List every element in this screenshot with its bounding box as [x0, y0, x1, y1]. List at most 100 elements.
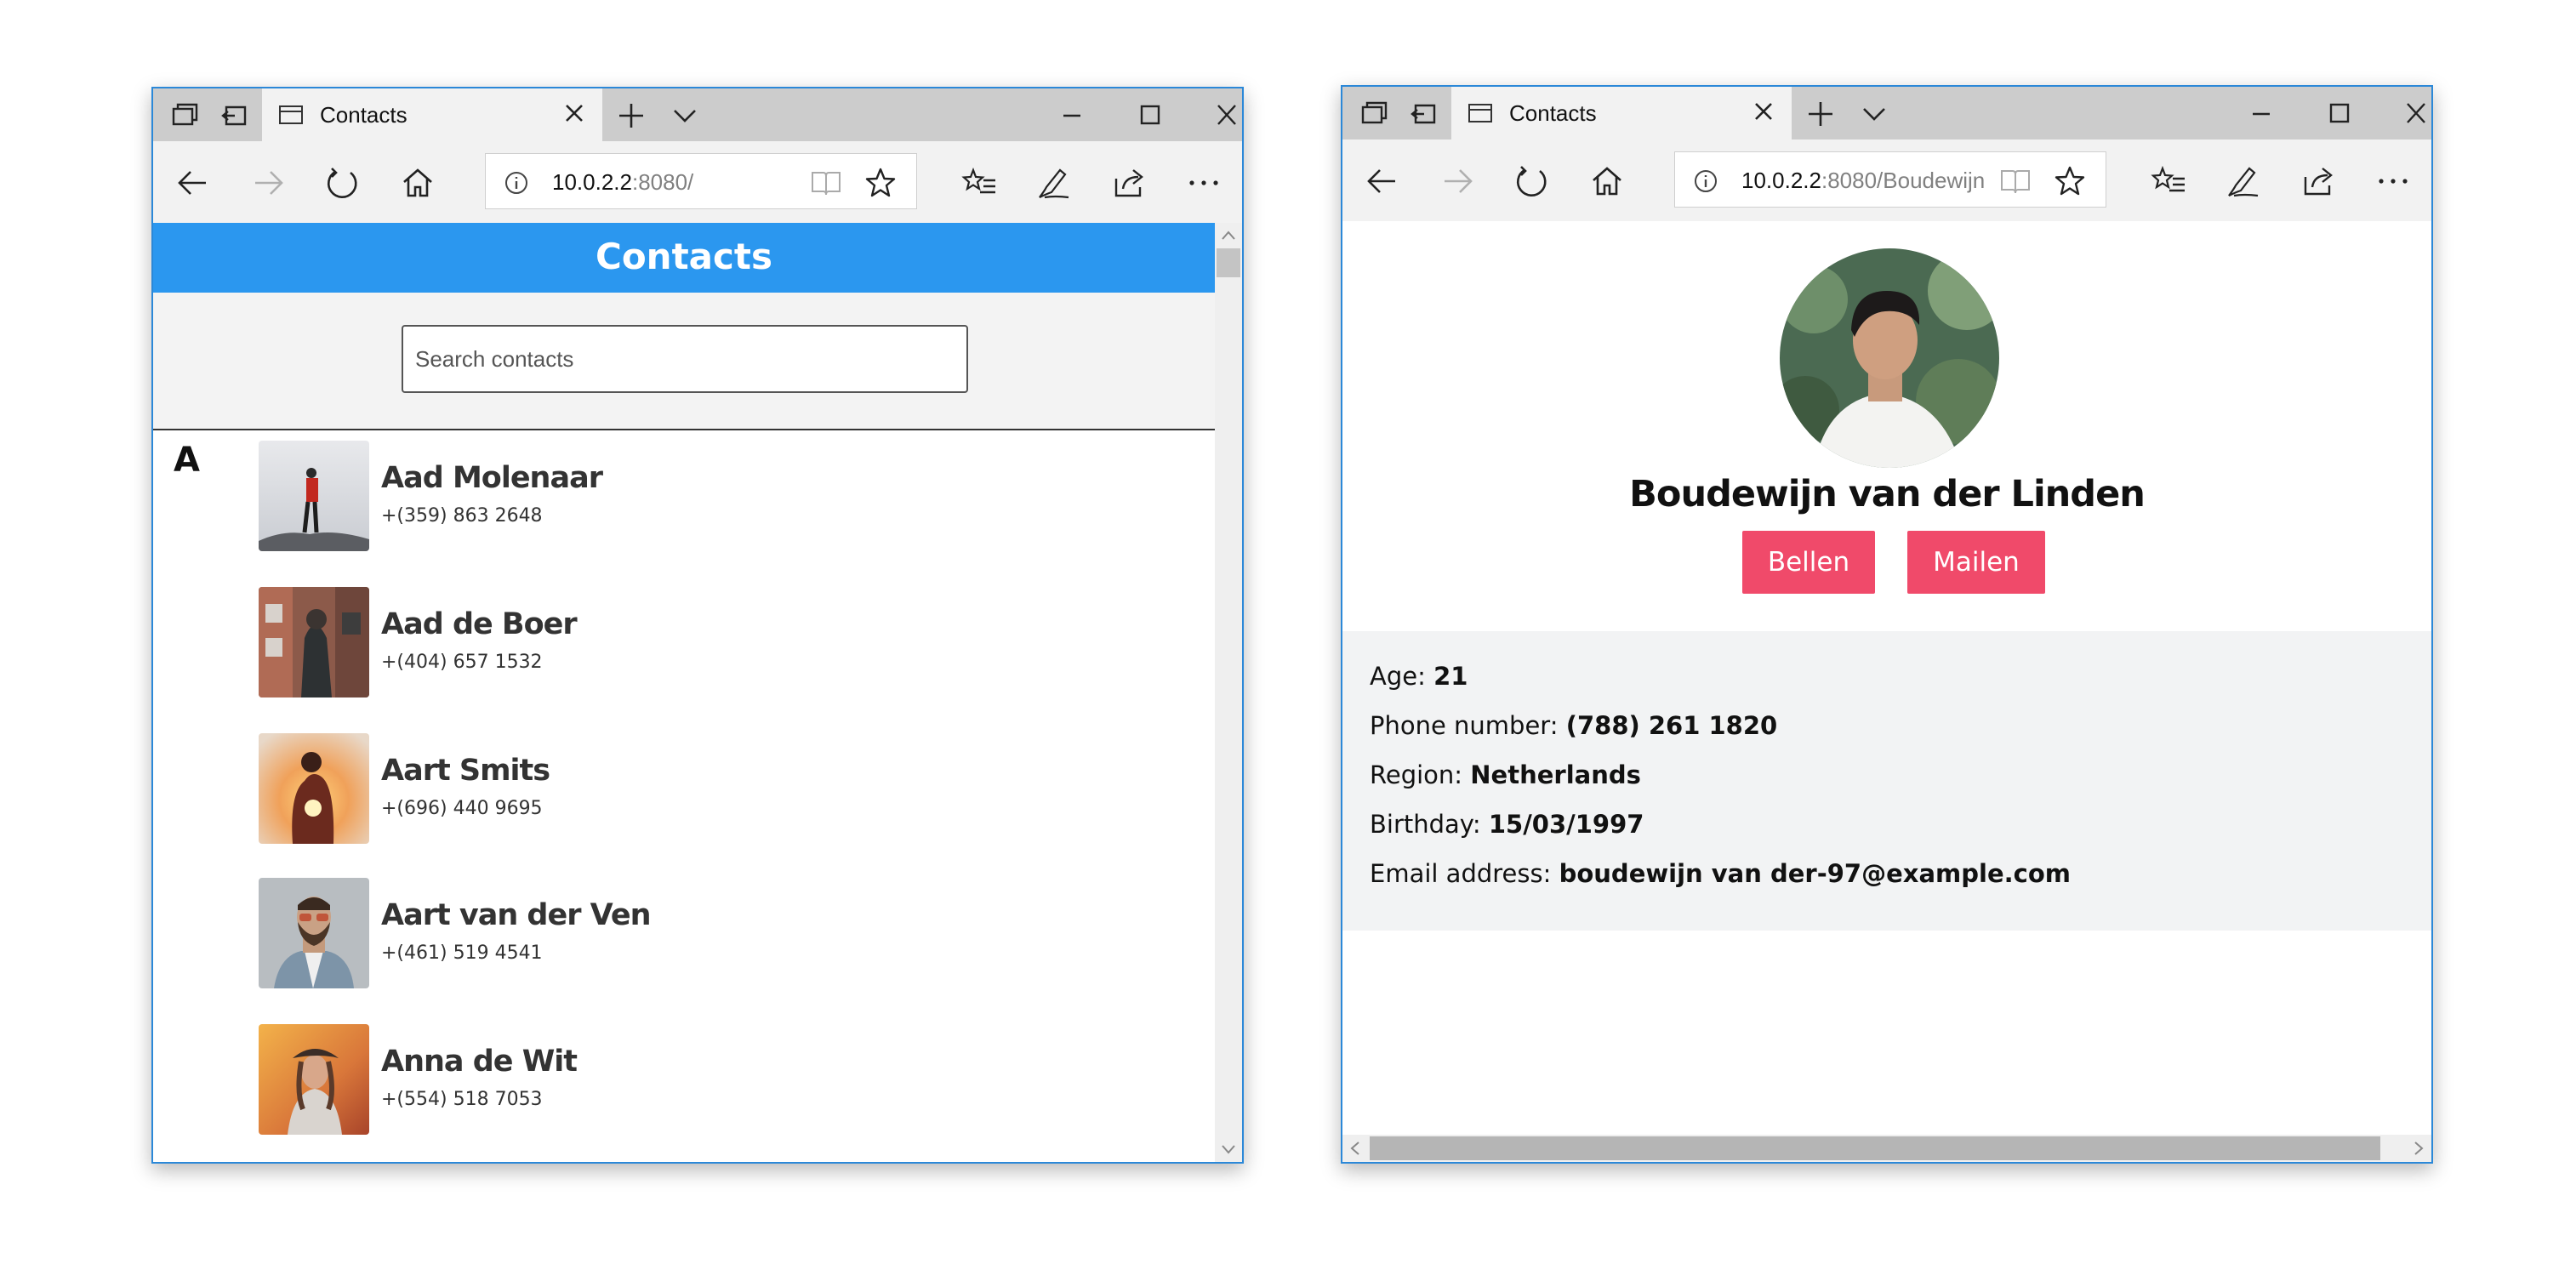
set-aside-tabs-icon[interactable] [219, 100, 250, 129]
list-item[interactable]: Aart van der Ven +(461) 519 4541 [259, 878, 1024, 990]
page-icon [279, 105, 303, 124]
refresh-icon[interactable] [1514, 163, 1550, 199]
app-header: Contacts [153, 223, 1215, 293]
list-item[interactable]: Anna de Wit +(554) 518 7053 [259, 1024, 1024, 1136]
navigation-bar: 10.0.2.2:8080/Boudewijn [1342, 139, 2431, 222]
tab-sets-icon[interactable] [168, 100, 199, 129]
tab-sets-icon[interactable] [1358, 99, 1388, 128]
close-tab-icon[interactable] [1751, 99, 1776, 124]
scroll-up-icon[interactable] [1220, 228, 1237, 243]
tab-title: Contacts [320, 102, 407, 128]
home-icon[interactable] [400, 165, 436, 201]
contact-photo [259, 733, 369, 844]
contact-phone: +(696) 440 9695 [381, 798, 543, 819]
contact-name: Anna de Wit [381, 1045, 578, 1079]
contact-name: Aad de Boer [381, 607, 578, 641]
page-content: Contacts Search contacts A Aad Molenaar [153, 223, 1215, 1162]
forward-icon[interactable] [1439, 163, 1475, 199]
forward-icon[interactable] [250, 165, 286, 201]
scroll-down-icon[interactable] [1220, 1142, 1237, 1157]
scrollbar-thumb[interactable] [1370, 1136, 2380, 1160]
minimize-icon[interactable] [1058, 102, 1086, 128]
minimize-icon[interactable] [2248, 100, 2275, 126]
more-icon[interactable] [1186, 165, 1222, 201]
favorite-star-icon[interactable] [863, 166, 898, 200]
browser-window-contacts-list: Contacts 10.0.2.2:8080/ Contacts Search … [151, 87, 1244, 1164]
pen-icon[interactable] [2226, 163, 2261, 199]
chevron-down-icon[interactable] [672, 104, 698, 126]
mail-button[interactable]: Mailen [1907, 531, 2045, 594]
list-item[interactable]: Aad de Boer +(404) 657 1532 [259, 587, 1024, 699]
contact-photo [259, 587, 369, 697]
more-icon[interactable] [2375, 163, 2411, 199]
url-text: 10.0.2.2:8080/ [552, 169, 694, 195]
home-icon[interactable] [1589, 163, 1625, 199]
set-aside-tabs-icon[interactable] [1409, 99, 1439, 128]
favorites-hub-icon[interactable] [961, 165, 997, 201]
avatar [1780, 248, 1999, 468]
page-content: Boudewijn van der Linden Bellen Mailen A… [1342, 221, 2431, 1135]
contact-phone: +(554) 518 7053 [381, 1089, 543, 1110]
vertical-scrollbar[interactable] [1215, 223, 1242, 1162]
contact-phone: +(404) 657 1532 [381, 652, 543, 673]
contact-phone: +(359) 863 2648 [381, 505, 543, 527]
browser-window-contact-detail: Contacts 10.0.2.2:8080/Boudewijn Boudewi… [1341, 85, 2433, 1164]
contact-photo [259, 441, 369, 551]
search-input[interactable]: Search contacts [402, 325, 968, 393]
contact-name: Aart Smits [381, 754, 550, 788]
section-letter: A [174, 441, 200, 480]
tab-title: Contacts [1509, 100, 1597, 126]
horizontal-scrollbar[interactable] [1342, 1135, 2431, 1162]
info-icon[interactable] [1694, 169, 1718, 193]
detail-phone: Phone number: (788) 261 1820 [1370, 711, 1778, 740]
address-bar[interactable]: 10.0.2.2:8080/Boudewijn [1674, 151, 2106, 208]
contact-photo [259, 1024, 369, 1135]
reading-view-icon[interactable] [1998, 168, 2032, 195]
close-window-icon[interactable] [1213, 102, 1240, 128]
contact-photo [259, 878, 369, 988]
list-item[interactable]: Aad Molenaar +(359) 863 2648 [259, 441, 1024, 553]
scroll-right-icon[interactable] [2411, 1140, 2426, 1157]
favorite-star-icon[interactable] [2053, 164, 2087, 198]
back-icon[interactable] [1365, 163, 1400, 199]
tab-contacts[interactable]: Contacts [1451, 87, 1792, 139]
pen-icon[interactable] [1036, 165, 1072, 201]
reading-view-icon[interactable] [809, 169, 843, 196]
share-icon[interactable] [1111, 165, 1147, 201]
detail-birthday: Birthday: 15/03/1997 [1370, 810, 1644, 839]
contact-name: Aad Molenaar [381, 461, 603, 495]
navigation-bar: 10.0.2.2:8080/ [153, 141, 1242, 224]
favorites-hub-icon[interactable] [2151, 163, 2186, 199]
detail-email: Email address: boudewijn van der-97@exam… [1370, 859, 2071, 888]
new-tab-icon[interactable] [1805, 99, 1836, 129]
contact-name: Boudewijn van der Linden [1629, 473, 2146, 515]
back-icon[interactable] [175, 165, 211, 201]
contact-phone: +(461) 519 4541 [381, 942, 543, 964]
close-tab-icon[interactable] [561, 100, 587, 126]
contact-name: Aart van der Ven [381, 898, 651, 932]
info-icon[interactable] [504, 171, 528, 195]
close-window-icon[interactable] [2402, 100, 2430, 126]
maximize-icon[interactable] [1137, 102, 1164, 128]
scroll-left-icon[interactable] [1348, 1140, 1363, 1157]
profile-section: Boudewijn van der Linden Bellen Mailen [1342, 221, 2431, 631]
details-section: Age: 21 Phone number: (788) 261 1820 Reg… [1342, 631, 2431, 931]
detail-region: Region: Netherlands [1370, 760, 1641, 789]
scrollbar-thumb[interactable] [1217, 248, 1240, 277]
list-item[interactable]: Aart Smits +(696) 440 9695 [259, 733, 1024, 846]
new-tab-icon[interactable] [616, 100, 647, 131]
tab-strip: Contacts [1342, 87, 2431, 139]
share-icon[interactable] [2300, 163, 2336, 199]
page-icon [1468, 104, 1492, 122]
tab-strip: Contacts [153, 88, 1242, 141]
maximize-icon[interactable] [2326, 100, 2353, 126]
url-text: 10.0.2.2:8080/Boudewijn [1741, 168, 1986, 193]
contact-list: A Aad Molenaar +(359) 863 2648 Aad de Bo… [153, 430, 1215, 1162]
detail-age: Age: 21 [1370, 662, 1468, 691]
search-section: Search contacts [153, 293, 1215, 430]
address-bar[interactable]: 10.0.2.2:8080/ [485, 153, 917, 209]
tab-contacts[interactable]: Contacts [262, 88, 602, 141]
chevron-down-icon[interactable] [1861, 102, 1887, 124]
refresh-icon[interactable] [325, 165, 361, 201]
call-button[interactable]: Bellen [1742, 531, 1875, 594]
